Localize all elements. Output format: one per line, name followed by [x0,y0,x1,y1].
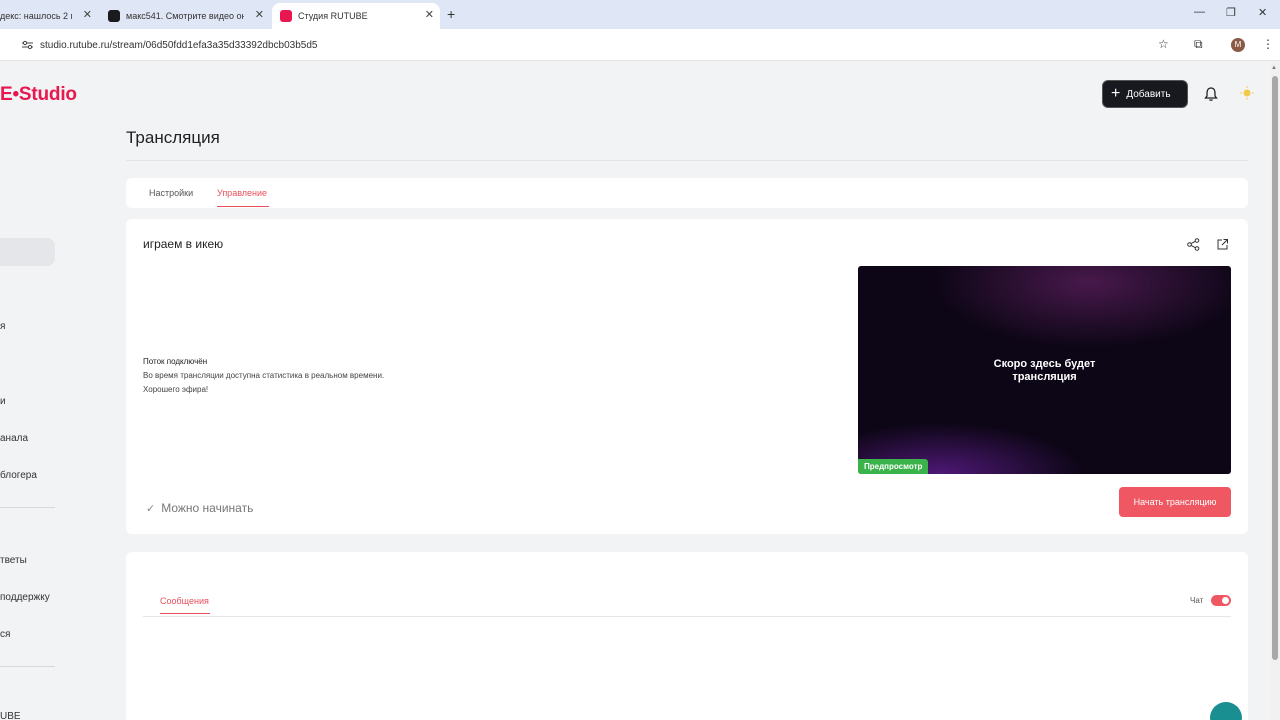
sidebar-item[interactable]: поддержку [0,592,50,603]
restore-icon[interactable]: ❐ [1226,6,1236,19]
tab-messages[interactable]: Сообщения [160,596,209,606]
add-button-label: Добавить [1126,88,1171,100]
share-icon[interactable] [1187,238,1200,251]
sidebar-divider [0,507,55,508]
ready-label: Можно начинать [161,501,254,515]
tab-management[interactable]: Управление [217,188,267,198]
preview-placeholder: Скоро здесь будет трансляция [858,358,1231,384]
toggle-knob [1222,597,1229,604]
preview-text-line: Скоро здесь будет [993,358,1096,370]
active-tab-underline [160,613,210,614]
tab-title: Студия RUTUBE [298,11,368,21]
chat-card: Сообщения Чат [126,552,1248,720]
divider [126,160,1248,161]
tab-title: макс541. Смотрите видео онл [126,11,244,21]
browser-tab-bar: декс: нашлось 2 м ✕ макс541. Смотрите ви… [0,0,1280,29]
active-tab-underline [217,206,269,207]
studio-favicon-icon [280,10,292,22]
stream-card: играем в икею Поток подключён Во время т… [126,219,1248,534]
page-scrollbar[interactable]: ▲ [1270,62,1280,720]
scrollbar-thumb[interactable] [1272,76,1278,660]
bookmark-star-icon[interactable]: ☆ [1158,37,1169,51]
stream-preview: Скоро здесь будет трансляция Предпросмот… [858,266,1231,474]
sidebar-divider [0,666,55,667]
stream-status-text: Во время трансляции доступна статистика … [143,371,385,380]
divider [143,616,1231,617]
window-close-icon[interactable]: ✕ [1258,6,1267,19]
stream-status-title: Поток подключён [143,357,208,366]
open-external-icon[interactable] [1216,238,1229,251]
tab-settings[interactable]: Настройки [149,188,193,198]
sidebar-item[interactable]: тветы [0,555,27,566]
start-stream-button[interactable]: Начать трансляцию [1119,487,1231,517]
profile-avatar[interactable]: M [1231,38,1245,52]
notifications-bell-icon[interactable] [1203,86,1219,102]
studio-logo[interactable]: E•Studio [0,84,77,106]
sidebar-item[interactable]: UBE [0,711,21,720]
add-button[interactable]: + Добавить [1102,80,1188,108]
scroll-up-icon[interactable]: ▲ [1271,65,1277,71]
new-tab-button[interactable]: + [447,6,455,22]
menu-kebab-icon[interactable]: ⋮ [1262,37,1274,51]
chat-toggle[interactable] [1211,595,1231,606]
browser-tab-studio[interactable]: Студия RUTUBE ✕ [272,3,440,29]
stream-title: играем в икею [143,237,224,251]
browser-tab-rutube-video[interactable]: макс541. Смотрите видео онл ✕ [100,3,270,29]
rutube-favicon-icon [108,10,120,22]
sidebar-item-active[interactable] [0,238,55,266]
tab-title: декс: нашлось 2 м [0,11,72,21]
close-icon[interactable]: ✕ [83,8,92,21]
stream-status-text: Хорошего эфира! [143,385,209,394]
page-title: Трансляция [126,128,220,147]
preview-text-line: трансляция [1012,371,1077,383]
minimize-icon[interactable]: — [1194,6,1205,18]
stream-tabs: Настройки Управление [126,178,1248,208]
address-bar: studio.rutube.ru/stream/06d50fdd1efa3a35… [0,29,1280,61]
checkmark-icon: ✓ [146,502,156,515]
sidebar-item[interactable]: и [0,396,6,407]
chat-toggle-label: Чат [1190,596,1204,605]
ready-status: ✓ Можно начинать [146,501,253,515]
sidebar-item[interactable]: ся [0,629,10,640]
sidebar-item[interactable]: я [0,321,5,332]
url-field[interactable]: studio.rutube.ru/stream/06d50fdd1efa3a35… [40,40,317,51]
close-icon[interactable]: ✕ [425,8,434,21]
theme-toggle-icon[interactable] [1240,86,1254,100]
plus-icon: + [1111,85,1121,102]
sidebar-item[interactable]: анала [0,433,28,444]
sidebar-item[interactable]: блогера [0,470,37,481]
close-icon[interactable]: ✕ [255,8,264,21]
extensions-icon[interactable]: ⧉ [1194,37,1203,52]
site-settings-icon[interactable] [22,40,33,50]
browser-tab-yandex[interactable]: декс: нашлось 2 м ✕ [0,3,98,29]
preview-badge: Предпросмотр [858,459,929,474]
